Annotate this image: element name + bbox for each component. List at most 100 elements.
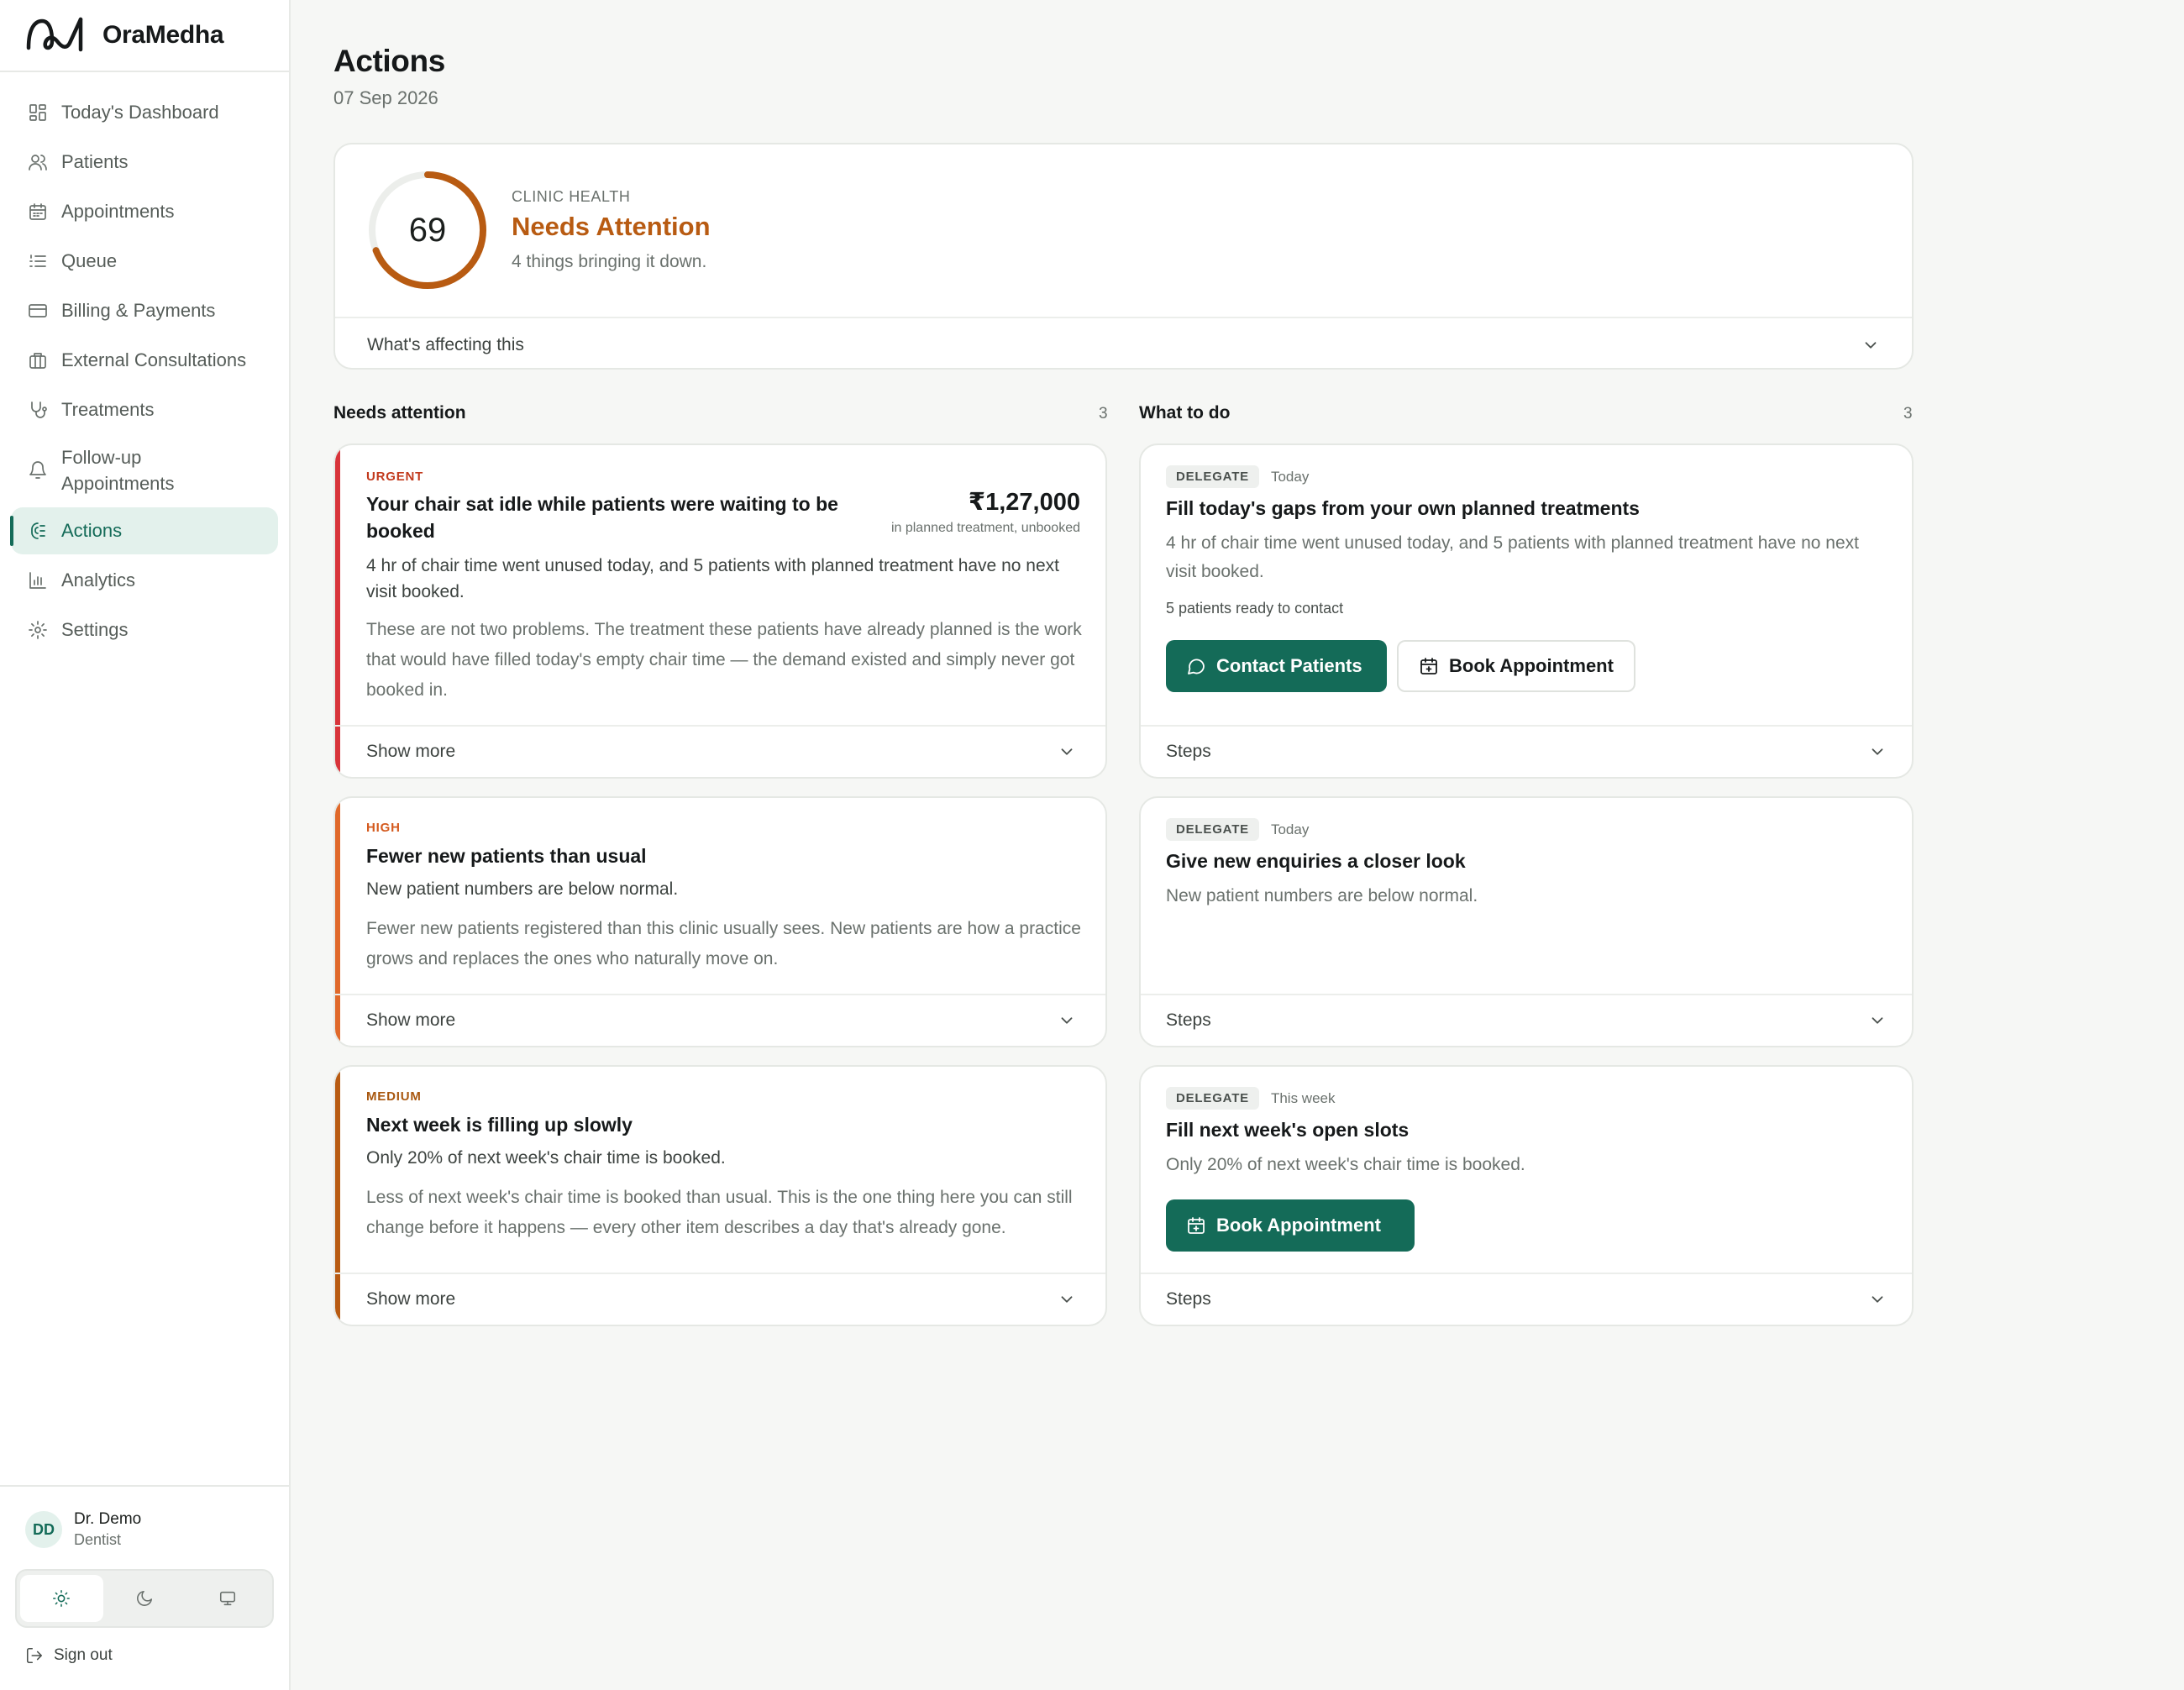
- attention-card-title: Next week is filling up slowly: [366, 1114, 633, 1136]
- todo-card-body: Only 20% of next week's chair time is bo…: [1166, 1155, 1525, 1174]
- chevron-down-icon: [1061, 1296, 1073, 1303]
- chevron-down-icon: [1872, 1017, 1883, 1024]
- sign-out-button[interactable]: Sign out: [0, 1628, 289, 1665]
- todo-card-body: New patient numbers are below normal.: [1166, 886, 1478, 905]
- book-appointment-button[interactable]: Book Appointment: [1397, 640, 1635, 692]
- todo-card-meta: DELEGATE Today: [1166, 818, 1309, 841]
- monitor-icon: [219, 1591, 235, 1606]
- delegate-badge: DELEGATE: [1166, 1087, 1259, 1110]
- attention-card-lead: New patient numbers are below normal.: [366, 879, 679, 899]
- sidebar-item-treatments[interactable]: Treatments: [11, 386, 278, 433]
- sidebar-item-label: Patients: [61, 151, 129, 172]
- todo-card-title: Give new enquiries a closer look: [1166, 850, 1466, 872]
- sidebar-item-label: Settings: [61, 619, 129, 640]
- user-area: DD Dr. Demo Dentist Sign out: [0, 1485, 289, 1690]
- health-status: Needs Attention: [512, 212, 711, 241]
- unbooked-amount-label: in planned treatment, unbooked: [890, 521, 1080, 535]
- needs-attention-count: 3: [1099, 405, 1108, 422]
- page-title: Actions: [333, 44, 445, 78]
- steps-toggle[interactable]: Steps: [1141, 1273, 1912, 1325]
- book-appointment-label: Book Appointment: [1216, 1215, 1381, 1236]
- contact-patients-button[interactable]: Contact Patients: [1166, 640, 1387, 692]
- todo-card-meta: DELEGATE Today: [1166, 465, 1309, 488]
- chevron-down-icon: [1872, 748, 1883, 755]
- show-more-label: Show more: [366, 1289, 456, 1309]
- calendar-icon: [28, 202, 48, 222]
- sidebar-item-external-consultations[interactable]: External Consultations: [11, 337, 278, 384]
- theme-dark-button[interactable]: [103, 1575, 186, 1622]
- severity-badge: URGENT: [366, 470, 424, 484]
- todo-card-enquiries: DELEGATE Today Give new enquiries a clos…: [1139, 796, 1914, 1047]
- sidebar-item-dashboard[interactable]: Today's Dashboard: [11, 89, 278, 136]
- todo-when: Today: [1270, 468, 1310, 485]
- user-name: Dr. Demo: [74, 1510, 142, 1528]
- sidebar-item-label: Analytics: [61, 569, 136, 590]
- show-more-toggle[interactable]: Show more: [335, 725, 1105, 777]
- sidebar-item-label: Queue: [61, 250, 118, 271]
- sidebar-item-label: Appointments: [61, 201, 175, 222]
- todo-card-fill-gaps: DELEGATE Today Fill today's gaps from yo…: [1139, 443, 1914, 779]
- sidebar-item-label: External Consultations: [61, 349, 247, 370]
- book-appointment-button[interactable]: Book Appointment: [1166, 1199, 1415, 1252]
- users-icon: [28, 152, 48, 172]
- health-score: 69: [408, 211, 447, 249]
- show-more-toggle[interactable]: Show more: [335, 1273, 1105, 1325]
- sidebar-nav: Today's Dashboard Patients Appointments …: [0, 72, 289, 653]
- whats-affecting-toggle[interactable]: What's affecting this: [335, 317, 1912, 368]
- chevron-down-icon: [1865, 341, 1877, 349]
- chevron-down-icon: [1061, 1017, 1073, 1024]
- theme-system-button[interactable]: [186, 1575, 269, 1622]
- sidebar-item-queue[interactable]: Queue: [11, 238, 278, 285]
- todo-when: Today: [1270, 821, 1310, 837]
- patients-ready-note: 5 patients ready to contact: [1166, 600, 1344, 617]
- sidebar-item-label: Today's Dashboard: [61, 102, 219, 123]
- theme-switcher: [15, 1569, 274, 1628]
- page-date: 07 Sep 2026: [333, 87, 438, 108]
- brand-name: OraMedha: [102, 21, 224, 49]
- sidebar-item-billing[interactable]: Billing & Payments: [11, 287, 278, 334]
- sidebar-item-label: Follow-up Appointments: [61, 447, 175, 494]
- show-more-label: Show more: [366, 742, 456, 761]
- show-more-toggle[interactable]: Show more: [335, 994, 1105, 1046]
- attention-card-title: Your chair sat idle while patients were …: [366, 493, 838, 542]
- steps-label: Steps: [1166, 742, 1211, 761]
- attention-card-body: Fewer new patients registered than this …: [366, 919, 1081, 968]
- attention-card-lead: Only 20% of next week's chair time is bo…: [366, 1148, 726, 1168]
- todo-card-title: Fill today's gaps from your own planned …: [1166, 497, 1640, 519]
- attention-card-title: Fewer new patients than usual: [366, 845, 647, 867]
- steps-label: Steps: [1166, 1010, 1211, 1030]
- severity-badge: HIGH: [366, 821, 401, 835]
- actions-icon: [28, 521, 48, 541]
- sidebar-item-appointments[interactable]: Appointments: [11, 188, 278, 235]
- calendar-plus-icon: [1420, 658, 1437, 674]
- contact-patients-label: Contact Patients: [1216, 655, 1362, 676]
- steps-label: Steps: [1166, 1289, 1211, 1309]
- steps-toggle[interactable]: Steps: [1141, 994, 1912, 1046]
- chart-icon: [28, 570, 48, 590]
- whats-affecting-label: What's affecting this: [367, 334, 524, 354]
- needs-attention-heading: Needs attention: [333, 403, 466, 422]
- todo-card-next-week: DELEGATE This week Fill next week's open…: [1139, 1065, 1914, 1326]
- sidebar-item-label: Treatments: [61, 399, 155, 420]
- sidebar: OraMedha Today's Dashboard Patients Appo…: [0, 0, 291, 1690]
- todo-card-title: Fill next week's open slots: [1166, 1119, 1410, 1141]
- theme-light-button[interactable]: [20, 1575, 103, 1622]
- sidebar-item-analytics[interactable]: Analytics: [11, 557, 278, 604]
- calendar-plus-icon: [1188, 1217, 1205, 1234]
- steps-toggle[interactable]: Steps: [1141, 725, 1912, 777]
- user-profile[interactable]: DD Dr. Demo Dentist: [0, 1487, 289, 1549]
- unbooked-amount: ₹1,27,000: [968, 489, 1080, 516]
- attention-card-urgent: URGENT Your chair sat idle while patient…: [333, 443, 1107, 779]
- severity-badge: MEDIUM: [366, 1089, 422, 1104]
- sidebar-item-follow-up[interactable]: Follow-up Appointments: [11, 436, 278, 505]
- sidebar-item-patients[interactable]: Patients: [11, 139, 278, 186]
- sidebar-item-actions[interactable]: Actions: [10, 507, 278, 554]
- attention-card-medium: MEDIUM Next week is filling up slowly On…: [333, 1065, 1107, 1326]
- oramedha-logo-icon: [26, 17, 83, 52]
- building-icon: [28, 350, 48, 370]
- sidebar-item-settings[interactable]: Settings: [11, 606, 278, 653]
- clinic-health-card: 69 CLINIC HEALTH Needs Attention 4 thing…: [333, 143, 1914, 370]
- todo-card-meta: DELEGATE This week: [1166, 1087, 1336, 1110]
- brand[interactable]: OraMedha: [0, 0, 289, 72]
- what-to-do-count: 3: [1903, 405, 1913, 422]
